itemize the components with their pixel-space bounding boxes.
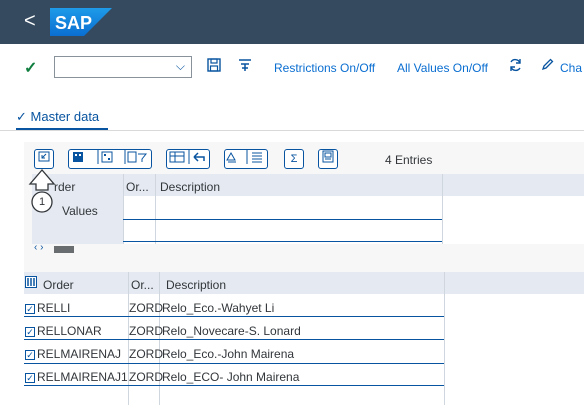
command-field[interactable]: ⌵ <box>54 56 192 78</box>
table-row-description: Relo_Novecare-S. Lonard <box>162 324 301 338</box>
chevron-down-icon[interactable]: ⌵ <box>176 59 185 74</box>
results-col-header-order[interactable]: Order <box>43 278 74 292</box>
back-button[interactable]: < <box>24 11 36 31</box>
table-row-order: RELMAIRENAJ1 <box>37 370 128 384</box>
results-grid <box>24 272 584 405</box>
col-header-order[interactable]: rder <box>54 180 75 194</box>
col-header-order-type[interactable]: Or... <box>126 180 149 194</box>
tab-master-data[interactable]: ✓ Master data <box>16 109 99 125</box>
restrictions-grid <box>32 174 584 244</box>
table-row-type: ZORD <box>129 370 163 384</box>
row-checkbox[interactable]: ✓ <box>25 327 35 337</box>
results-header-bg <box>24 272 584 294</box>
sort-group-button[interactable] <box>224 149 268 169</box>
select-all-icon[interactable] <box>25 276 37 288</box>
refresh-icon[interactable] <box>508 58 523 75</box>
scroll-left-icon[interactable]: ‹ › <box>34 242 43 253</box>
layout-group-button[interactable] <box>166 149 210 169</box>
table-row-order: RELLI <box>37 301 71 315</box>
print-button[interactable] <box>318 149 338 169</box>
change-button[interactable]: Cha <box>560 61 582 75</box>
sum-button[interactable]: Σ <box>284 149 304 169</box>
all-values-toggle-button[interactable]: All Values On/Off <box>397 61 488 75</box>
grid-header-bg <box>32 174 584 196</box>
restrictions-toggle-button[interactable]: Restrictions On/Off <box>274 61 375 75</box>
table-row-description: Relo_Eco.-Wahyet Li <box>162 301 275 315</box>
select-group-button[interactable] <box>68 149 152 169</box>
results-col-header-order-type[interactable]: Or... <box>131 278 154 292</box>
tab-label: Master data <box>30 109 100 124</box>
pointer-cursor-icon <box>28 169 56 213</box>
row-checkbox[interactable]: ✓ <box>25 373 35 383</box>
save-icon[interactable] <box>207 58 221 75</box>
values-row-label: Values <box>62 204 98 218</box>
horizontal-scrollbar[interactable]: ‹ › <box>34 242 74 254</box>
filter-icon[interactable] <box>238 58 252 75</box>
row-checkbox[interactable]: ✓ <box>25 350 35 360</box>
check-icon: ✓ <box>16 109 31 124</box>
entries-count: 4 Entries <box>385 153 433 167</box>
table-row-type: ZORD <box>129 301 163 315</box>
table-row-type: ZORD <box>129 347 163 361</box>
table-row-description: Relo_ECO- John Mairena <box>162 370 300 384</box>
callout-number: 1 <box>39 196 46 208</box>
logo-text: SAP <box>55 13 92 33</box>
col-header-description[interactable]: Description <box>160 180 220 194</box>
shell-bar: < SAP <box>0 0 584 44</box>
row-checkbox[interactable]: ✓ <box>25 304 35 314</box>
table-row-order: RELMAIRENAJ <box>37 347 122 361</box>
tab-divider <box>0 130 584 131</box>
scroll-thumb[interactable] <box>54 246 74 253</box>
table-row-description: Relo_Eco.-John Mairena <box>162 347 295 361</box>
enter-check-icon[interactable]: ✓ <box>24 58 37 78</box>
details-button[interactable] <box>34 149 54 169</box>
sap-logo: SAP <box>50 8 112 36</box>
pencil-icon[interactable] <box>541 58 554 74</box>
table-row-type: ZORD <box>129 324 163 338</box>
table-row-order: RELLONAR <box>37 324 102 338</box>
app-toolbar: ✓ ⌵ Restrictions On/Off All Values On/Of… <box>0 44 584 92</box>
results-col-header-description[interactable]: Description <box>166 278 226 292</box>
